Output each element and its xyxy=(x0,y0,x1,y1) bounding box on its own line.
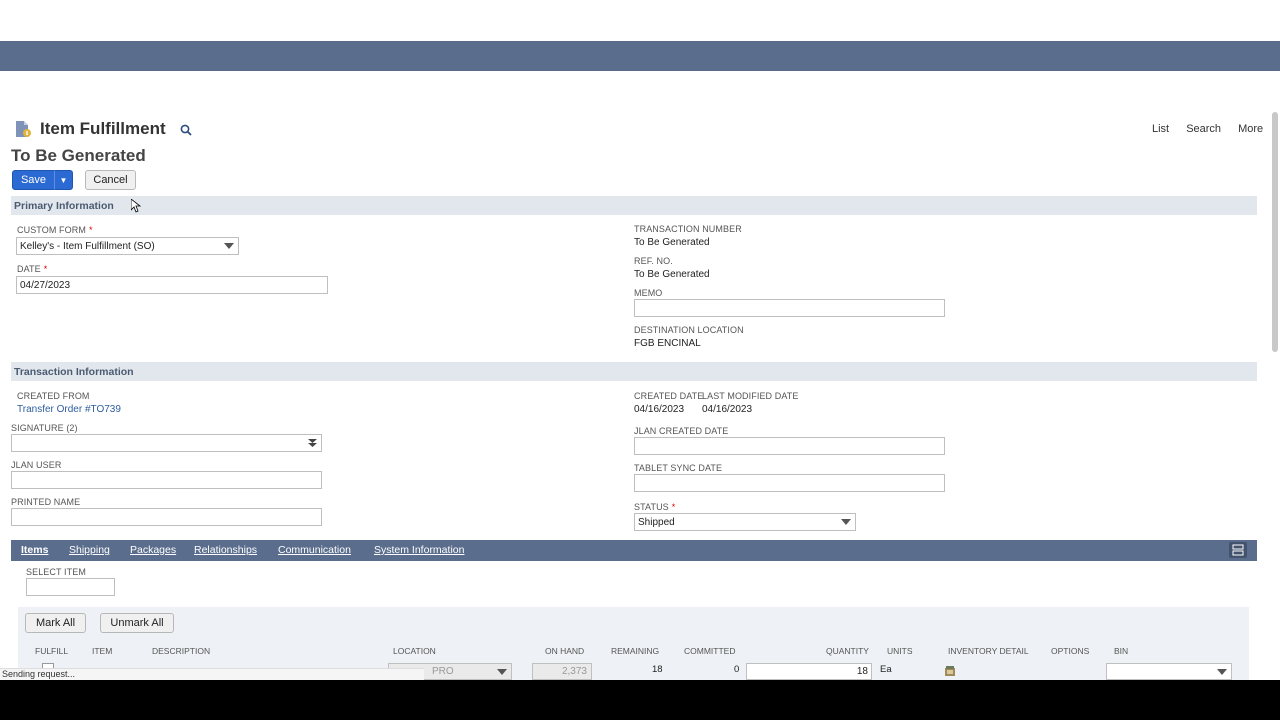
signature-label: SIGNATURE (2) xyxy=(11,423,78,433)
last-modified-date-value: 04/16/2023 xyxy=(702,404,753,415)
jlan-user-field[interactable] xyxy=(11,471,322,489)
status-bar: Sending request... xyxy=(0,668,424,680)
last-modified-date-label: LAST MODIFIED DATE xyxy=(702,391,799,401)
transaction-information-section[interactable]: Transaction Information xyxy=(11,362,1257,381)
jlan-user-label: JLAN USER xyxy=(11,460,62,470)
created-date-value: 04/16/2023 xyxy=(634,404,685,415)
memo-field[interactable] xyxy=(634,299,945,317)
subtab-bar: Items Shipping Packages Relationships Co… xyxy=(11,540,1257,561)
vertical-scrollbar[interactable] xyxy=(1272,112,1278,352)
layout-toggle-icon[interactable] xyxy=(1229,542,1247,558)
printed-name-label: PRINTED NAME xyxy=(11,497,81,507)
signature-select[interactable] xyxy=(11,434,322,452)
top-nav-bar xyxy=(0,41,1280,71)
double-chevron-down-icon xyxy=(308,437,317,452)
col-fulfill: FULFILL xyxy=(35,646,69,656)
col-inventory-detail: INVENTORY DETAIL xyxy=(948,646,1029,656)
unmark-all-button[interactable]: Unmark All xyxy=(100,613,174,633)
col-quantity: QUANTITY xyxy=(826,646,869,656)
quantity-field[interactable]: 18 xyxy=(746,663,872,680)
save-menu-button[interactable]: ▼ xyxy=(54,170,73,190)
browser-header-blank xyxy=(0,0,1280,41)
committed-value: 0 xyxy=(734,664,740,675)
col-options: OPTIONS xyxy=(1051,646,1090,656)
ref-no-value: To Be Generated xyxy=(634,269,710,280)
col-committed: COMMITTED xyxy=(684,646,736,656)
mark-all-button[interactable]: Mark All xyxy=(25,613,86,633)
col-description: DESCRIPTION xyxy=(152,646,211,656)
tab-items[interactable]: Items xyxy=(21,544,48,556)
record-subtitle: To Be Generated xyxy=(11,146,146,165)
col-remaining: REMAINING xyxy=(611,646,660,656)
col-location: LOCATION xyxy=(393,646,436,656)
tab-communication[interactable]: Communication xyxy=(278,544,351,556)
date-field[interactable]: 04/27/2023 xyxy=(16,276,328,294)
tablet-sync-date-field[interactable] xyxy=(634,474,945,492)
bin-select[interactable] xyxy=(1106,663,1232,680)
list-link[interactable]: List xyxy=(1152,123,1169,135)
remaining-value: 18 xyxy=(652,664,663,675)
top-links: List Search More xyxy=(1138,123,1263,135)
col-on-hand: ON HAND xyxy=(545,646,585,656)
tab-relationships[interactable]: Relationships xyxy=(194,544,257,556)
chevron-down-icon xyxy=(497,669,507,675)
search-icon[interactable] xyxy=(180,123,192,136)
ref-no-label: REF. NO. xyxy=(634,256,673,266)
save-button[interactable]: Save xyxy=(12,170,55,190)
tablet-sync-date-label: TABLET SYNC DATE xyxy=(634,463,723,473)
on-hand-field: 2,373 xyxy=(532,663,592,680)
created-from-label: CREATED FROM xyxy=(17,391,90,401)
transaction-number-value: To Be Generated xyxy=(634,237,710,248)
custom-form-value: Kelley's - Item Fulfillment (SO) xyxy=(20,240,155,252)
jlan-created-date-label: JLAN CREATED DATE xyxy=(634,426,729,436)
status-select[interactable]: Shipped xyxy=(634,513,856,531)
created-from-link[interactable]: Transfer Order #TO739 xyxy=(17,404,121,415)
inventory-detail-icon[interactable] xyxy=(944,664,956,676)
quantity-value: 18 xyxy=(856,666,868,677)
col-bin: BIN xyxy=(1114,646,1129,656)
page-content: Item Fulfillment List Search More To Be … xyxy=(0,71,1280,680)
search-link[interactable]: Search xyxy=(1186,123,1221,135)
custom-form-select[interactable]: Kelley's - Item Fulfillment (SO) xyxy=(16,237,239,255)
date-label: DATE * xyxy=(17,264,48,274)
chevron-down-icon xyxy=(1217,669,1227,675)
units-value: Ea xyxy=(880,664,892,675)
col-item: ITEM xyxy=(92,646,113,656)
transaction-number-label: TRANSACTION NUMBER xyxy=(634,224,742,234)
chevron-down-icon xyxy=(841,519,851,525)
page-title: Item Fulfillment xyxy=(40,119,166,138)
status-label: STATUS * xyxy=(634,502,676,512)
custom-form-label: CUSTOM FORM * xyxy=(17,225,93,235)
more-link[interactable]: More xyxy=(1238,123,1263,135)
location-value: PRO xyxy=(432,666,454,677)
jlan-created-date-field[interactable] xyxy=(634,437,945,455)
record-icon xyxy=(15,120,31,138)
status-value: Shipped xyxy=(638,516,675,528)
created-date-label: CREATED DATE xyxy=(634,391,704,401)
destination-location-value: FGB ENCINAL xyxy=(634,338,701,349)
chevron-down-icon xyxy=(224,243,234,249)
primary-information-section[interactable]: Primary Information xyxy=(11,196,1257,215)
tab-system-information[interactable]: System Information xyxy=(374,544,464,556)
date-value: 04/27/2023 xyxy=(20,279,71,291)
destination-location-label: DESTINATION LOCATION xyxy=(634,325,744,335)
tab-packages[interactable]: Packages xyxy=(130,544,176,556)
select-item-label: SELECT ITEM xyxy=(26,567,86,577)
mouse-cursor-icon xyxy=(130,198,142,218)
tab-shipping[interactable]: Shipping xyxy=(69,544,110,556)
select-item-field[interactable] xyxy=(26,578,115,596)
on-hand-value: 2,373 xyxy=(561,666,587,677)
printed-name-field[interactable] xyxy=(11,508,322,526)
memo-label: MEMO xyxy=(634,288,663,298)
cancel-button[interactable]: Cancel xyxy=(85,170,136,190)
screen: Item Fulfillment List Search More To Be … xyxy=(0,0,1280,720)
col-units: UNITS xyxy=(887,646,913,656)
